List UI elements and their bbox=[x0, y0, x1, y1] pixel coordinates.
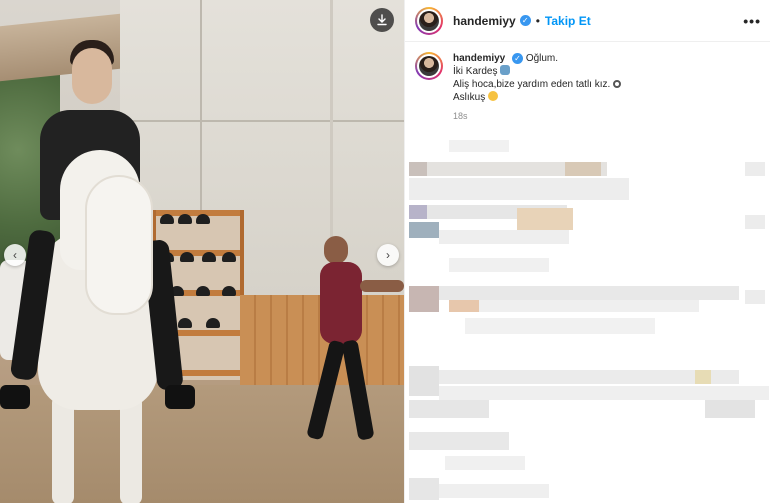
chevron-left-icon: ‹ bbox=[13, 248, 17, 262]
photo-horse-leg bbox=[52, 395, 74, 503]
caption-line: Aslıkuş bbox=[453, 91, 621, 104]
blurred-avatar bbox=[409, 286, 439, 312]
blurred-avatar bbox=[409, 366, 439, 396]
photo-wall-line bbox=[120, 120, 404, 122]
caption-text: Aslıkuş bbox=[453, 92, 486, 103]
photo-helmet bbox=[160, 214, 174, 224]
blurred-like bbox=[745, 290, 765, 304]
post-photo[interactable]: ‹ › bbox=[0, 0, 404, 503]
blurred-comment bbox=[445, 456, 525, 470]
blurred-comment bbox=[517, 208, 573, 230]
blurred-comment bbox=[449, 258, 549, 272]
magnifier-emoji-icon bbox=[613, 80, 622, 88]
photo-helmet bbox=[206, 318, 220, 328]
photo-helmet bbox=[196, 214, 210, 224]
caption-timestamp: 18s bbox=[453, 111, 468, 121]
caption-avatar[interactable] bbox=[415, 52, 443, 80]
photo-horse-head bbox=[85, 175, 153, 315]
caption-body: handemiyy ✓ Oğlum. İki Kardeş Aliş hoca,… bbox=[453, 52, 622, 123]
blurred-comment bbox=[695, 370, 711, 384]
avatar-image bbox=[419, 56, 439, 76]
verified-badge-icon: ✓ bbox=[512, 52, 524, 64]
blurred-comment bbox=[409, 432, 509, 450]
photo-helmet bbox=[196, 286, 210, 296]
verified-badge-icon: ✓ bbox=[519, 15, 531, 26]
blurred-comment bbox=[465, 318, 655, 334]
header-username[interactable]: handemiyy bbox=[453, 14, 516, 28]
post-header: handemiyy ✓ • Takip Et ••• bbox=[405, 0, 770, 42]
avatar[interactable] bbox=[415, 6, 443, 35]
photo-helmet bbox=[222, 252, 236, 262]
avatar-image bbox=[419, 10, 439, 31]
photo-helmet bbox=[202, 252, 216, 262]
caption-text: Aliş hoca,bize yardım eden tatlı kız. bbox=[453, 79, 611, 90]
follow-button[interactable]: Takip Et bbox=[545, 14, 591, 28]
blurred-comment bbox=[449, 300, 479, 312]
post-caption: handemiyy ✓ Oğlum. İki Kardeş Aliş hoca,… bbox=[415, 52, 761, 123]
photo-helmet bbox=[180, 252, 194, 262]
caption-line: Aliş hoca,bize yardım eden tatlı kız. bbox=[453, 78, 622, 91]
photo-helmet bbox=[222, 286, 236, 296]
more-options-button[interactable]: ••• bbox=[743, 13, 761, 29]
blurred-avatar bbox=[409, 222, 439, 238]
caption-username[interactable]: handemiyy bbox=[453, 53, 505, 64]
post-side-panel: handemiyy ✓ • Takip Et ••• handemiyy ✓ O… bbox=[404, 0, 770, 503]
blurred-comment bbox=[439, 386, 769, 400]
download-button[interactable] bbox=[370, 8, 394, 32]
blurred-like bbox=[745, 215, 765, 229]
prev-photo-button[interactable]: ‹ bbox=[4, 244, 26, 266]
chevron-right-icon: › bbox=[386, 248, 390, 262]
blurred-comment bbox=[409, 400, 489, 418]
blurred-comment bbox=[439, 230, 569, 244]
blurred-like bbox=[745, 162, 765, 176]
photo-horse-leg bbox=[120, 395, 142, 503]
blurred-avatar bbox=[409, 478, 439, 500]
photo-man-head bbox=[324, 236, 348, 264]
photo-rider-boot bbox=[165, 385, 195, 409]
blurred-comment bbox=[479, 300, 699, 312]
blurred-comment bbox=[439, 286, 739, 300]
blurred-avatar bbox=[409, 162, 427, 176]
caption-line: İki Kardeş bbox=[453, 65, 621, 78]
photo-man-shirt bbox=[320, 262, 362, 344]
photo-rider-boot bbox=[0, 385, 30, 409]
smile-emoji-icon bbox=[488, 91, 499, 101]
blurred-comment bbox=[439, 370, 739, 384]
blurred-avatar bbox=[409, 205, 427, 219]
blurred-comment bbox=[409, 178, 629, 200]
blurred-comment bbox=[449, 140, 509, 152]
blurred-comment bbox=[565, 162, 601, 176]
next-photo-button[interactable]: › bbox=[377, 244, 399, 266]
blurred-comment bbox=[439, 484, 549, 498]
header-separator: • bbox=[535, 13, 540, 28]
caption-first-line: handemiyy ✓ Oğlum. bbox=[453, 52, 621, 65]
people-emoji-icon bbox=[500, 65, 511, 75]
caption-text: İki Kardeş bbox=[453, 66, 498, 77]
photo-helmet bbox=[178, 318, 192, 328]
blurred-like bbox=[705, 400, 755, 418]
caption-text: Oğlum. bbox=[525, 53, 559, 64]
photo-rider-head bbox=[72, 48, 112, 104]
photo-man-arm bbox=[360, 280, 404, 292]
photo-helmet bbox=[178, 214, 192, 224]
download-icon bbox=[377, 14, 387, 26]
